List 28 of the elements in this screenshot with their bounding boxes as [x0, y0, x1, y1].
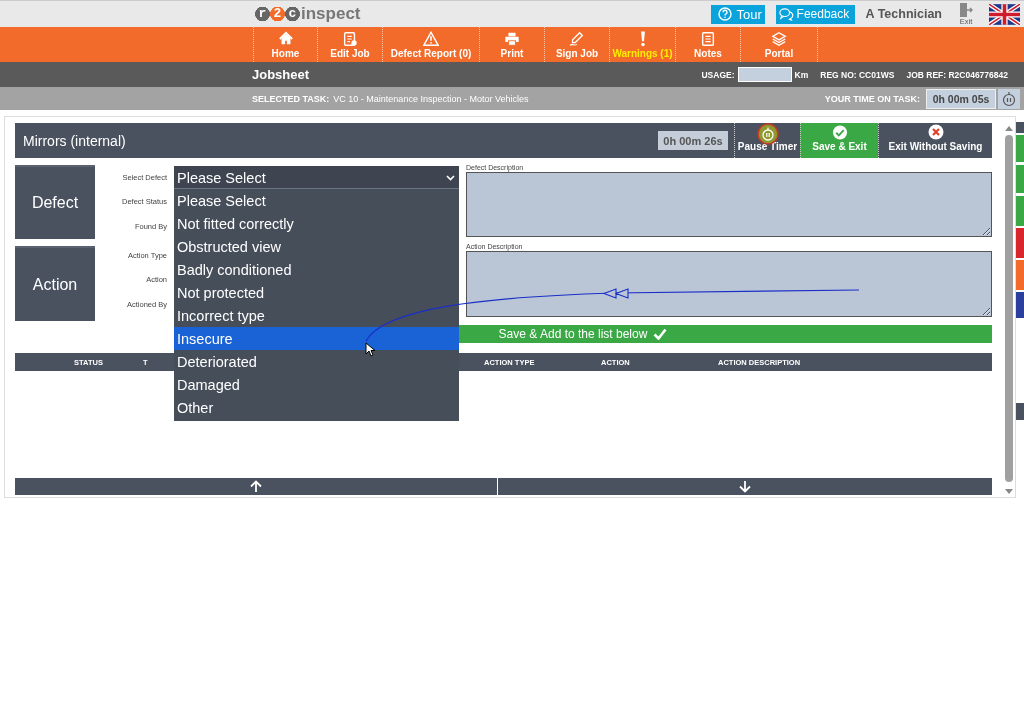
panel-title: Mirrors (internal): [23, 132, 127, 149]
page-title: Jobsheet: [252, 67, 310, 82]
item-timer: 0h 00m 26s: [658, 131, 728, 150]
dropdown-option[interactable]: Badly conditioned: [174, 258, 459, 281]
unit-label: Km: [794, 69, 809, 80]
defect-select[interactable]: Please Select: [174, 166, 459, 189]
pause-timer-button[interactable]: Pause Timer: [734, 123, 800, 158]
dropdown-option[interactable]: Insecure: [174, 327, 459, 350]
job-reference: JOB REF: R2C046776842: [906, 69, 1008, 80]
task-timer: 0h 00m 05s: [926, 88, 996, 109]
logo-text: inspect: [301, 4, 361, 24]
dropdown-option[interactable]: Obstructed view: [174, 235, 459, 258]
dropdown-option[interactable]: Damaged: [174, 373, 459, 396]
exit-without-saving-button[interactable]: Exit Without Saving: [878, 123, 992, 158]
task-label: SELECTED TASK:: [252, 93, 330, 104]
user-name: A Technician: [865, 7, 942, 21]
time-label: YOUR TIME ON TASK:: [824, 93, 920, 104]
usage-label: USAGE:: [701, 69, 735, 80]
dropdown-option[interactable]: Deteriorated: [174, 350, 459, 373]
dropdown-option[interactable]: Incorrect type: [174, 304, 459, 327]
dropdown-option[interactable]: Other: [174, 396, 459, 419]
dropdown-option[interactable]: Not protected: [174, 281, 459, 304]
section-tile: Action: [15, 246, 95, 321]
section-tile: Defect: [15, 165, 95, 239]
reg-number: REG NO: CC01WS: [820, 69, 895, 80]
dropdown-option[interactable]: Please Select: [174, 189, 459, 212]
task-name: VC 10 - Maintenance Inspection - Motor Vehicles: [333, 93, 529, 104]
dropdown-option[interactable]: Not fitted correctly: [174, 212, 459, 235]
